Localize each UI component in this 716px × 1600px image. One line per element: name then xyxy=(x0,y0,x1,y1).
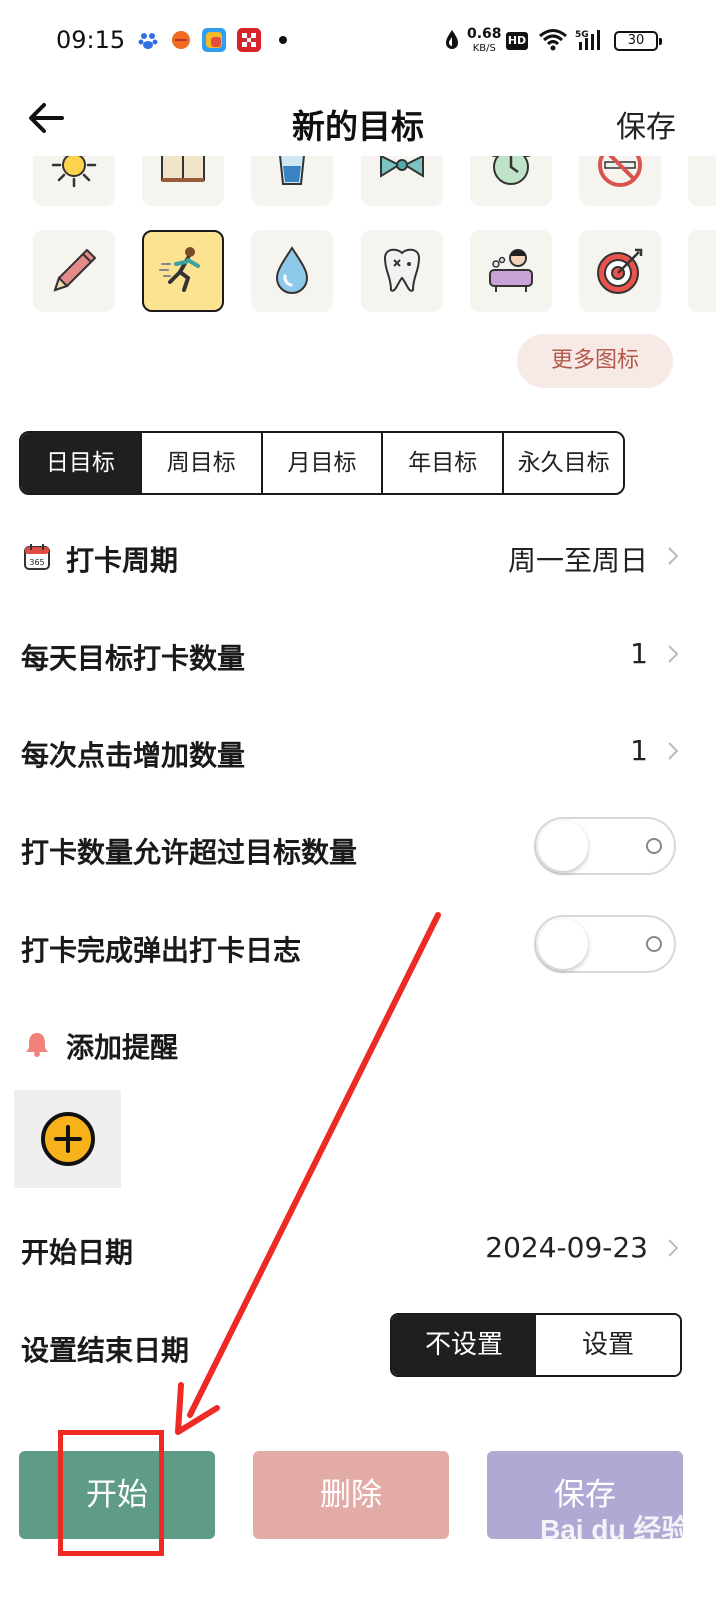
icon-option-runner[interactable] xyxy=(142,230,224,312)
header-save-button[interactable]: 保存 xyxy=(616,102,676,146)
tab-monthly-goal[interactable]: 月目标 xyxy=(260,433,382,493)
allow-exceed-toggle[interactable] xyxy=(534,817,676,875)
tab-permanent-goal[interactable]: 永久目标 xyxy=(502,433,623,493)
start-date-value: 2024-09-23 xyxy=(485,1231,648,1264)
icon-option-waterdrop[interactable] xyxy=(251,230,333,312)
daily-target-label: 每天目标打卡数量 xyxy=(21,642,246,675)
network-speed: 0.68 KB/S xyxy=(467,26,502,55)
network-speed-unit: KB/S xyxy=(472,43,496,54)
popup-log-toggle[interactable] xyxy=(534,915,676,973)
daily-target-row[interactable]: 每天目标打卡数量 1 xyxy=(0,621,716,685)
wifi-icon xyxy=(538,28,568,52)
water-drop-icon xyxy=(275,246,309,294)
orange-app-icon xyxy=(169,28,193,52)
allow-exceed-row: 打卡数量允许超过目标数量 xyxy=(0,815,716,879)
per-tap-value: 1 xyxy=(630,734,648,767)
allow-exceed-label: 打卡数量允许超过目标数量 xyxy=(21,836,358,869)
top-bar: 新的目标 保存 xyxy=(0,84,716,156)
start-date-label: 开始日期 xyxy=(21,1236,134,1269)
back-button[interactable] xyxy=(26,98,66,138)
reminder-row: 添加提醒 xyxy=(0,1010,716,1074)
more-icons-button[interactable]: 更多图标 xyxy=(517,334,673,388)
bell-icon xyxy=(23,1030,51,1058)
pencil-icon xyxy=(53,249,96,292)
bath-icon xyxy=(489,249,533,292)
icon-option-pencil[interactable] xyxy=(33,230,115,312)
start-date-row[interactable]: 开始日期 2024-09-23 xyxy=(0,1215,716,1279)
water-saver-icon xyxy=(440,28,464,52)
icon-option-partial-top[interactable] xyxy=(688,156,716,206)
delete-button[interactable]: 删除 xyxy=(253,1451,449,1539)
battery-indicator: 30 xyxy=(614,31,662,51)
watermark-logo: Bai du 经验 xyxy=(540,1514,690,1545)
chevron-right-icon xyxy=(668,547,679,565)
popup-log-row: 打卡完成弹出打卡日志 xyxy=(0,913,716,977)
icon-option-partial-bottom[interactable] xyxy=(688,230,716,312)
checkin-period-label: 打卡周期 xyxy=(66,544,179,577)
icon-option-bath[interactable] xyxy=(470,230,552,312)
icon-option-target[interactable] xyxy=(579,230,661,312)
chevron-right-icon xyxy=(668,1239,679,1257)
signal-icon: 5G xyxy=(575,28,607,52)
arrow-left-icon xyxy=(29,103,64,133)
reminder-label: 添加提醒 xyxy=(66,1031,179,1064)
daily-target-value: 1 xyxy=(630,637,648,670)
icon-option-sun[interactable] xyxy=(33,156,115,206)
chevron-right-icon xyxy=(668,645,679,663)
tab-yearly-goal[interactable]: 年目标 xyxy=(381,433,503,493)
target-icon xyxy=(597,248,643,294)
checkin-period-value: 周一至周日 xyxy=(507,544,648,577)
toggle-off-indicator xyxy=(646,936,662,952)
annotation-highlight-box xyxy=(58,1430,164,1556)
icon-picker xyxy=(0,156,716,326)
add-reminder-button[interactable] xyxy=(14,1090,121,1188)
end-date-option-none[interactable]: 不设置 xyxy=(392,1315,536,1375)
tab-weekly-goal[interactable]: 周目标 xyxy=(139,433,261,493)
colorful-app-icon xyxy=(202,28,226,52)
tooth-icon xyxy=(383,248,421,292)
end-date-segmented-control: 不设置 设置 xyxy=(390,1313,682,1377)
page-title: 新的目标 xyxy=(292,107,424,146)
end-date-label: 设置结束日期 xyxy=(21,1334,190,1367)
calendar-365-icon: 365 xyxy=(23,543,51,571)
toggle-knob xyxy=(538,821,588,871)
book-icon xyxy=(161,156,205,182)
status-bar: 09:15 0.68 KB/S HD 5G 30 xyxy=(0,0,716,84)
toggle-knob xyxy=(538,919,588,969)
icon-option-glass[interactable] xyxy=(251,156,333,206)
per-tap-row[interactable]: 每次点击增加数量 1 xyxy=(0,718,716,782)
chevron-right-icon xyxy=(668,742,679,760)
tab-daily-goal[interactable]: 日目标 xyxy=(21,433,140,493)
per-tap-label: 每次点击增加数量 xyxy=(21,739,246,772)
no-smoking-icon xyxy=(598,156,642,187)
watermark-url: jingyan.baidu.com xyxy=(570,1547,681,1561)
checker-app-icon xyxy=(237,28,261,52)
alarm-clock-icon xyxy=(491,156,531,185)
icon-option-nosmoking[interactable] xyxy=(579,156,661,206)
plus-circle-icon xyxy=(40,1112,95,1166)
goal-type-tabs: 日目标 周目标 月目标 年目标 永久目标 xyxy=(19,431,625,495)
calendar-365-text: 365 xyxy=(29,558,44,567)
glass-icon xyxy=(279,156,305,185)
checkin-period-row[interactable]: 365 打卡周期 周一至周日 xyxy=(0,523,716,587)
end-date-option-set[interactable]: 设置 xyxy=(536,1315,680,1375)
hd-badge: HD xyxy=(506,32,528,50)
bow-tie-icon xyxy=(380,156,424,178)
icon-option-bowtie[interactable] xyxy=(361,156,443,206)
icon-option-alarm[interactable] xyxy=(470,156,552,206)
runner-icon xyxy=(159,247,200,292)
status-time: 09:15 xyxy=(56,26,126,54)
network-speed-value: 0.68 xyxy=(467,26,502,42)
notification-dot xyxy=(279,36,287,44)
sun-icon xyxy=(51,156,97,188)
icon-option-tooth[interactable] xyxy=(361,230,443,312)
popup-log-label: 打卡完成弹出打卡日志 xyxy=(21,934,302,967)
baidu-app-icon xyxy=(136,28,160,52)
icon-option-book[interactable] xyxy=(142,156,224,206)
toggle-off-indicator xyxy=(646,838,662,854)
